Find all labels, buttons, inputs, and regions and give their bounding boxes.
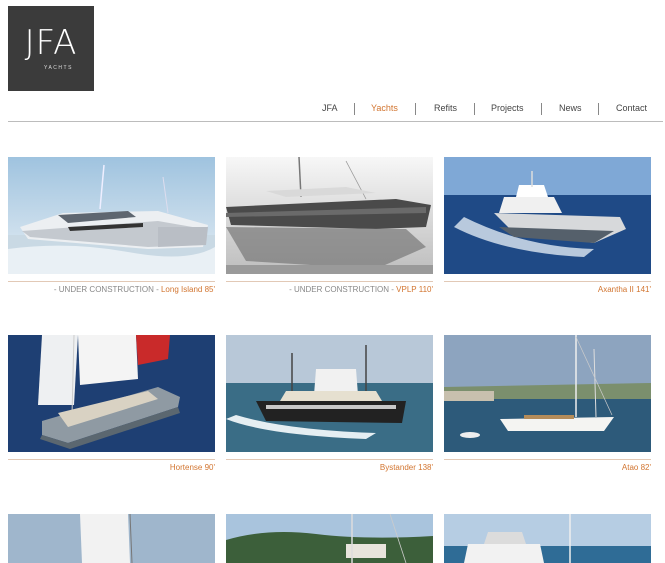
yacht-name-link[interactable]: VPLP 110' (396, 285, 433, 294)
nav-item-contact[interactable]: Contact (616, 103, 647, 113)
yacht-name-link[interactable]: Hortense 90' (170, 463, 215, 472)
status-note: - UNDER CONSTRUCTION - (289, 285, 397, 294)
logo-mark: JFA (24, 23, 78, 63)
yacht-name-link[interactable]: Axantha II 141' (598, 285, 651, 294)
card-divider (226, 281, 433, 282)
nav-item-news[interactable]: News (559, 103, 582, 113)
yacht-photo-row3-3[interactable] (444, 514, 651, 563)
card-divider (8, 281, 215, 282)
yacht-photo-axantha[interactable] (444, 157, 651, 274)
card-divider (226, 459, 433, 460)
yacht-caption: Bystander 138' (380, 463, 433, 472)
yacht-photo-atao[interactable] (444, 335, 651, 452)
nav-separator (415, 103, 416, 115)
nav-separator (354, 103, 355, 115)
nav-separator (541, 103, 542, 115)
yacht-photo-row3-1[interactable] (8, 514, 215, 563)
card-divider (444, 281, 651, 282)
card-divider (8, 459, 215, 460)
yacht-name-link[interactable]: Long Island 85' (161, 285, 215, 294)
status-note: - UNDER CONSTRUCTION - (53, 285, 161, 294)
yacht-caption: Atao 82' (622, 463, 651, 472)
nav-separator (598, 103, 599, 115)
yacht-photo-bystander[interactable] (226, 335, 433, 452)
header-divider (8, 121, 663, 122)
main-navigation: JFA Yachts Refits Projects News Contact (0, 103, 665, 117)
nav-item-refits[interactable]: Refits (434, 103, 457, 113)
nav-separator (474, 103, 475, 115)
yacht-photo-vplp[interactable] (226, 157, 433, 274)
yacht-caption: Hortense 90' (170, 463, 215, 472)
card-divider (444, 459, 651, 460)
nav-item-projects[interactable]: Projects (491, 103, 524, 113)
logo-subtitle: YACHTS (44, 65, 73, 71)
yacht-photo-hortense[interactable] (8, 335, 215, 452)
yacht-caption: Axantha II 141' (598, 285, 651, 294)
nav-item-yachts[interactable]: Yachts (371, 103, 398, 113)
yacht-photo-long-island[interactable] (8, 157, 215, 274)
jfa-yachts-logo[interactable]: JFA YACHTS (8, 6, 94, 91)
yacht-name-link[interactable]: Atao 82' (622, 463, 651, 472)
yacht-caption: - UNDER CONSTRUCTION - VPLP 110' (289, 285, 433, 294)
yacht-caption: - UNDER CONSTRUCTION - Long Island 85' (54, 285, 215, 294)
nav-item-jfa[interactable]: JFA (322, 103, 338, 113)
yacht-photo-row3-2[interactable] (226, 514, 433, 563)
yacht-name-link[interactable]: Bystander 138' (380, 463, 433, 472)
